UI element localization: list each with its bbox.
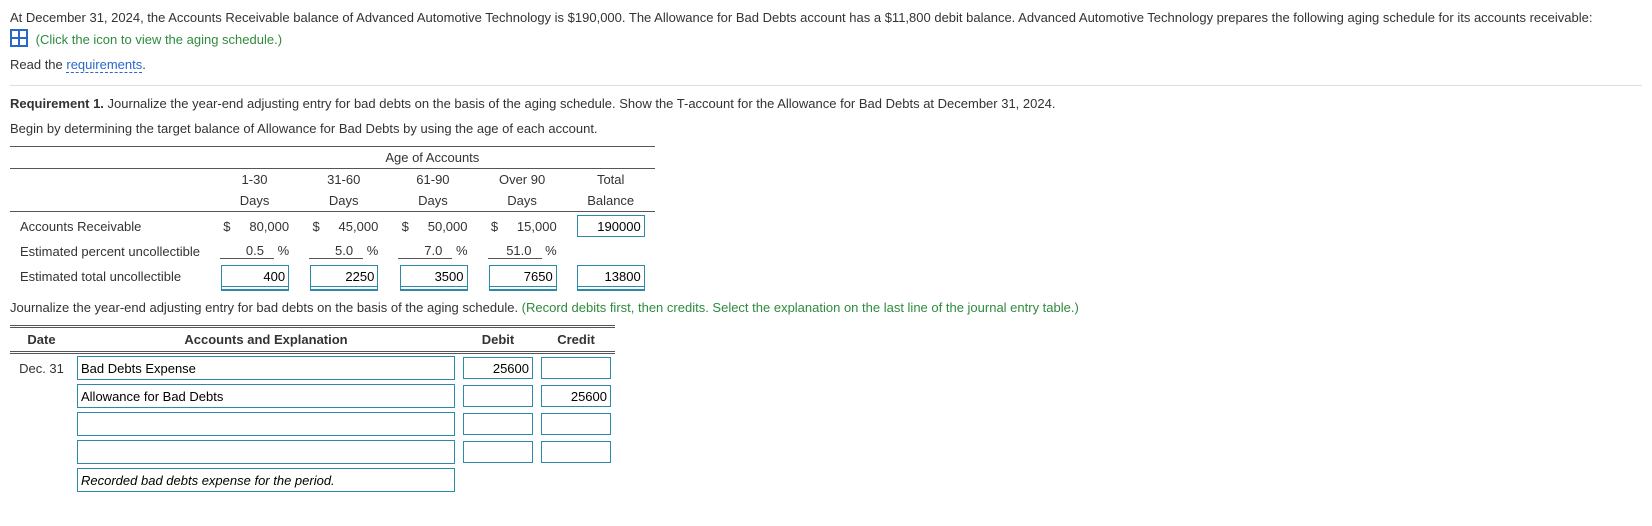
ar-total-input[interactable] [577,215,645,237]
journal-instruction: Journalize the year-end adjusting entry … [10,300,1642,315]
aging-table: Age of Accounts 1-30 31-60 61-90 Over 90… [10,146,655,290]
col-days-1: Days [210,190,299,212]
jh-acct: Accounts and Explanation [73,327,459,353]
pct-c4: 51.0 [488,243,542,259]
journal-row-1: Dec. 31 [10,353,615,383]
journal-table: Date Accounts and Explanation Debit Cred… [10,325,615,494]
journal-date: Dec. 31 [10,353,73,383]
aging-schedule-icon[interactable] [10,29,28,47]
col-total: Total [567,169,655,191]
row-ar: Accounts Receivable $ 80,000 $ 45,000 $ … [10,212,655,241]
col-61-90: 61-90 [388,169,477,191]
journal-row-4 [10,438,615,466]
requirements-link[interactable]: requirements [66,57,142,73]
ar-label: Accounts Receivable [10,212,210,241]
credit-input-2[interactable] [541,385,611,407]
acct-select-4[interactable] [77,440,455,464]
debit-input-4[interactable] [463,441,533,463]
acct-select-1[interactable] [77,356,455,380]
debit-input-3[interactable] [463,413,533,435]
pct-c2: 5.0 [309,243,363,259]
col-days-4: Days [478,190,567,212]
problem-intro: At December 31, 2024, the Accounts Recei… [10,8,1642,51]
row-pct: Estimated percent uncollectible 0.5 % 5.… [10,240,655,262]
credit-input-4[interactable] [541,441,611,463]
tot-c2-input[interactable] [310,265,378,287]
col-days-3: Days [388,190,477,212]
pct-c3: 7.0 [398,243,452,259]
tot-label: Estimated total uncollectible [10,262,210,290]
begin-instruction: Begin by determining the target balance … [10,121,1642,136]
credit-input-3[interactable] [541,413,611,435]
tot-c1-input[interactable] [221,265,289,287]
col-1-30: 1-30 [210,169,299,191]
debit-input-2[interactable] [463,385,533,407]
col-31-60: 31-60 [299,169,388,191]
jh-credit: Credit [537,327,615,353]
read-suffix: . [142,57,146,72]
ar-c2: 45,000 [323,219,378,234]
row-total-uncollectible: Estimated total uncollectible [10,262,655,290]
pct-label: Estimated percent uncollectible [10,240,210,262]
journal-instr-green: (Record debits first, then credits. Sele… [522,300,1079,315]
click-hint[interactable]: (Click the icon to view the aging schedu… [36,32,282,47]
credit-input-1[interactable] [541,357,611,379]
explanation-select[interactable] [77,468,455,492]
tot-c4-input[interactable] [489,265,557,287]
pct-c1: 0.5 [220,243,274,259]
jh-date: Date [10,327,73,353]
ar-c4: 15,000 [502,219,557,234]
read-requirements: Read the requirements. [10,55,1642,76]
acct-select-2[interactable] [77,384,455,408]
debit-input-1[interactable] [463,357,533,379]
jh-debit: Debit [459,327,537,353]
journal-row-explanation [10,466,615,494]
col-balance: Balance [567,190,655,212]
ar-c3: 50,000 [413,219,468,234]
ar-c1: 80,000 [234,219,289,234]
acct-select-3[interactable] [77,412,455,436]
tot-c3-input[interactable] [400,265,468,287]
problem-text: At December 31, 2024, the Accounts Recei… [10,10,1592,25]
journal-row-2 [10,382,615,410]
journal-row-3 [10,410,615,438]
dollar-sign: $ [223,219,230,234]
tot-total-input[interactable] [577,265,645,287]
req1-text: Journalize the year-end adjusting entry … [104,96,1056,111]
col-over-90: Over 90 [478,169,567,191]
journal-instr-black: Journalize the year-end adjusting entry … [10,300,522,315]
col-days-2: Days [299,190,388,212]
read-prefix: Read the [10,57,66,72]
req1-label: Requirement 1. [10,96,104,111]
requirement-1: Requirement 1. Journalize the year-end a… [10,96,1642,111]
aging-title: Age of Accounts [210,147,655,169]
